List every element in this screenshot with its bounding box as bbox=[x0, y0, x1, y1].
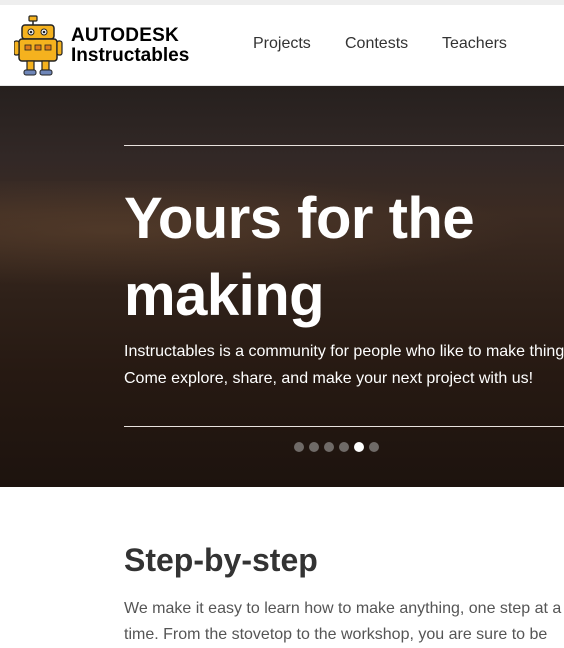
section-title: Step-by-step bbox=[124, 542, 318, 578]
brand-instructables: Instructables bbox=[71, 45, 190, 66]
carousel-dot-4[interactable] bbox=[339, 442, 349, 452]
carousel-dot-2[interactable] bbox=[309, 442, 319, 452]
carousel-dot-1[interactable] bbox=[294, 442, 304, 452]
brand-autodesk: AUTODESK bbox=[71, 25, 179, 46]
section-description-line-1: We make it easy to learn how to make any… bbox=[124, 600, 562, 617]
robot-mascot-icon bbox=[14, 15, 63, 76]
hero-subtitle-line-2: Come explore, share, and make your next … bbox=[124, 370, 534, 387]
site-header: AUTODESK Instructables Projects Contests… bbox=[0, 5, 564, 86]
nav-contests[interactable]: Contests bbox=[345, 35, 408, 53]
hero-top-divider bbox=[124, 145, 564, 146]
hero-title-line-2: making bbox=[124, 263, 325, 328]
hero-title-line-1: Yours for the bbox=[124, 186, 475, 251]
nav-projects[interactable]: Projects bbox=[253, 35, 311, 53]
hero-banner: Yours for the making Instructables is a … bbox=[0, 86, 564, 487]
hero-subtitle: Instructables is a community for people … bbox=[124, 338, 564, 392]
hero-bottom-divider bbox=[124, 426, 564, 427]
section-description: We make it easy to learn how to make any… bbox=[124, 596, 564, 648]
site-logo[interactable]: AUTODESK Instructables bbox=[14, 15, 194, 77]
nav-teachers[interactable]: Teachers bbox=[442, 35, 507, 53]
carousel-dot-5[interactable] bbox=[354, 442, 364, 452]
hero-subtitle-line-1: Instructables is a community for people … bbox=[124, 343, 564, 360]
carousel-dot-6[interactable] bbox=[369, 442, 379, 452]
hero-title: Yours for the making bbox=[124, 180, 564, 334]
carousel-dot-3[interactable] bbox=[324, 442, 334, 452]
